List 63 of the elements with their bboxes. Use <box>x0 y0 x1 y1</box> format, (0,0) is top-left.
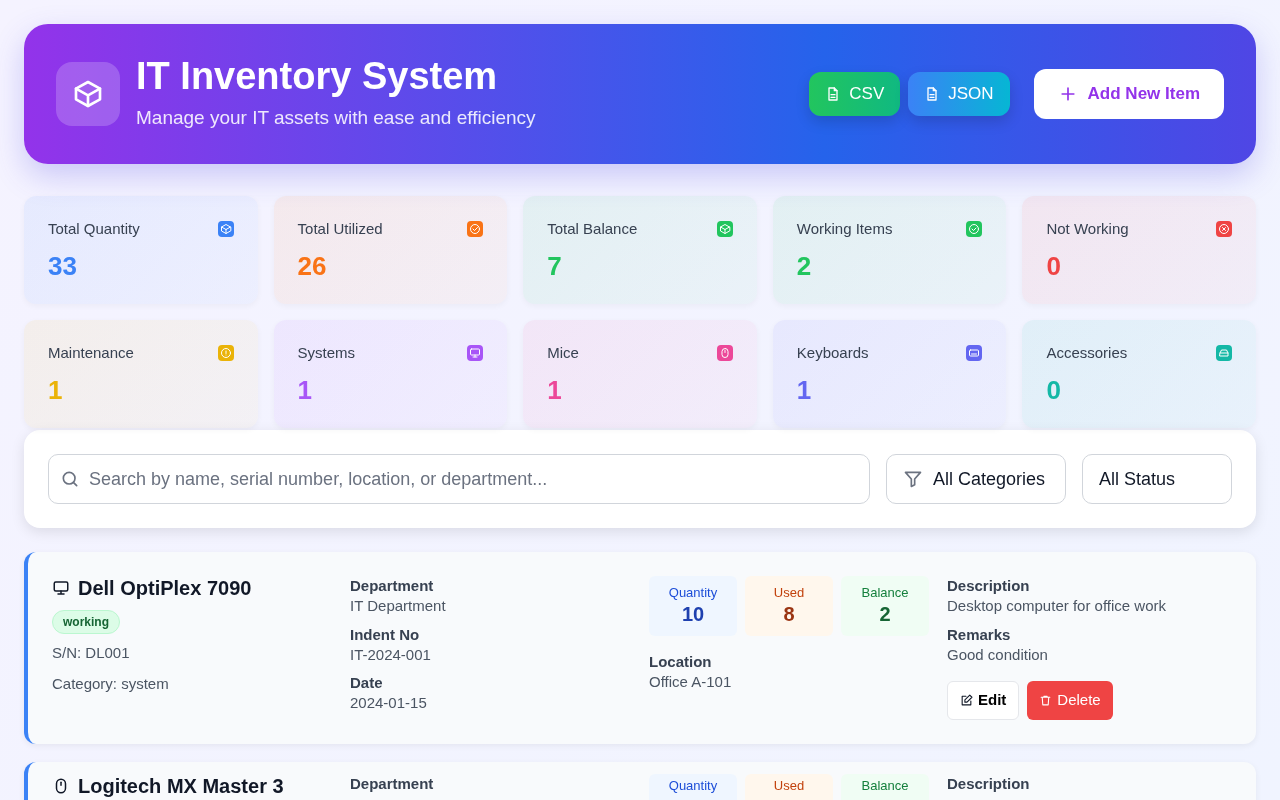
trash-icon <box>1039 693 1053 707</box>
field-label: Department <box>350 576 435 596</box>
stat-label: Total Quantity <box>48 219 140 239</box>
stat-value: 2 <box>796 249 813 283</box>
search-field[interactable]: Search by name, serial number, location, or department... <box>48 454 870 504</box>
item-category: Category: system <box>52 673 170 694</box>
field-value: IT-2024-001 <box>350 644 432 665</box>
stat-value: 1 <box>48 373 64 407</box>
stat-label: Mice <box>547 343 579 363</box>
field-value: IT Department <box>350 596 447 617</box>
stat-label: Systems <box>297 343 356 363</box>
export-button[interactable]: JSON <box>908 72 1010 116</box>
count-value: 10 <box>681 602 705 628</box>
delete-button[interactable]: Delete <box>1027 681 1113 720</box>
field-value: Office A-101 <box>649 672 733 693</box>
field-value: Desktop computer for office work <box>947 596 1167 617</box>
app-subtitle: Manage your IT assets with ease and efficiency <box>136 105 536 130</box>
add-item-button[interactable]: Add New Item <box>1033 69 1224 119</box>
count-label: Quantity <box>668 584 718 602</box>
stat-value: 1 <box>297 373 314 407</box>
field-label: Location <box>649 652 713 672</box>
field-label: Indent No <box>350 624 421 645</box>
edit-button[interactable]: Edit <box>947 681 1020 720</box>
stat-value: 26 <box>297 249 328 283</box>
stat-value: 1 <box>547 373 563 407</box>
stat-value: 0 <box>1046 249 1062 283</box>
field-label: Department <box>350 773 435 794</box>
box-icon <box>72 78 104 110</box>
stat-label: Working Items <box>796 219 893 239</box>
field-label: Description <box>947 576 1031 596</box>
stat-label: Total Balance <box>547 219 638 239</box>
item-name: Logitech MX Master 3 <box>78 773 284 798</box>
field-label: Description <box>947 773 1031 794</box>
count-value: 2 <box>879 602 891 628</box>
stat-value: 1 <box>796 373 813 407</box>
category-dropdown[interactable]: All Categories <box>886 454 1066 504</box>
count-value: 8 <box>783 602 795 628</box>
stat-label: Total Utilized <box>297 219 383 239</box>
serial-number: S/N: DL001 <box>52 643 131 663</box>
count-label: Quantity <box>668 777 718 795</box>
count-label: Used <box>773 584 805 602</box>
stat-value: 0 <box>1046 373 1062 407</box>
stat-value: 33 <box>48 249 78 283</box>
status-dropdown[interactable]: All Status <box>1082 454 1232 504</box>
count-label: Balance <box>861 584 909 602</box>
field-label: Remarks <box>947 624 1012 645</box>
field-value: Good condition <box>947 644 1049 665</box>
filter-icon <box>903 469 923 489</box>
item-name: Dell OptiPlex 7090 <box>78 576 252 600</box>
stat-label: Accessories <box>1046 343 1128 363</box>
edit-icon <box>960 693 973 707</box>
app-title: IT Inventory System <box>136 55 499 98</box>
stat-label: Maintenance <box>48 343 134 363</box>
stat-label: Not Working <box>1046 219 1129 239</box>
stat-value: 7 <box>547 249 563 283</box>
search-icon <box>60 469 80 489</box>
stat-label: Keyboards <box>796 343 869 363</box>
status-badge: working <box>52 610 120 634</box>
monitor-icon <box>52 579 70 597</box>
count-label: Balance <box>861 777 909 795</box>
field-label: Date <box>350 673 384 693</box>
count-label: Used <box>773 777 805 795</box>
field-value: 2024-01-15 <box>350 693 428 714</box>
